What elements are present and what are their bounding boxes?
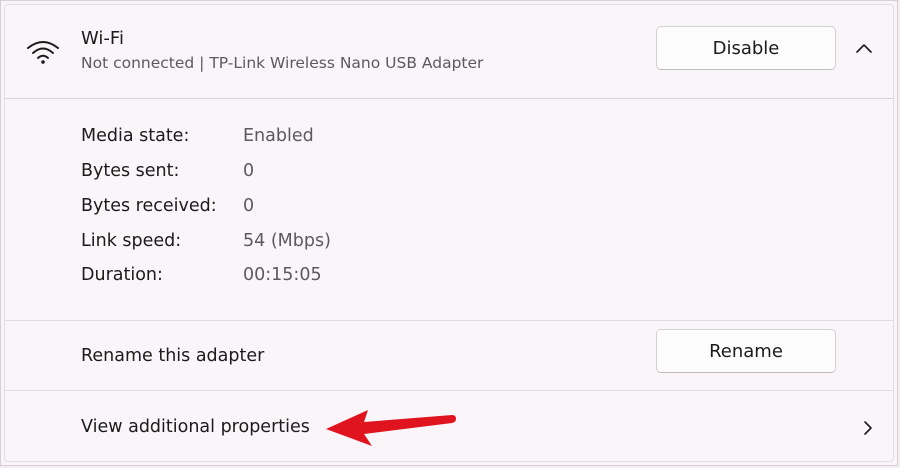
link-speed-label: Link speed: — [81, 231, 182, 251]
bytes-sent-label: Bytes sent: — [81, 161, 180, 181]
adapter-name: Wi-Fi — [81, 28, 124, 49]
link-speed-value: 54 (Mbps) — [243, 231, 331, 251]
wifi-icon — [27, 41, 59, 64]
duration-value: 00:15:05 — [243, 265, 322, 285]
bytes-sent-value: 0 — [243, 161, 255, 181]
view-additional-properties-label: View additional properties — [81, 417, 310, 437]
chevron-up-icon[interactable] — [852, 38, 876, 58]
bytes-received-value: 0 — [243, 196, 255, 216]
duration-label: Duration: — [81, 265, 163, 285]
adapter-status: Not connected | TP-Link Wireless Nano US… — [81, 54, 484, 72]
chevron-right-icon[interactable] — [860, 418, 876, 438]
disable-button[interactable]: Disable — [656, 26, 836, 70]
red-arrow-annotation — [326, 410, 456, 446]
rename-button[interactable]: Rename — [656, 329, 836, 373]
media-state-label: Media state: — [81, 126, 190, 146]
media-state-value: Enabled — [243, 126, 314, 146]
bytes-received-label: Bytes received: — [81, 196, 217, 216]
rename-adapter-label: Rename this adapter — [81, 346, 265, 366]
